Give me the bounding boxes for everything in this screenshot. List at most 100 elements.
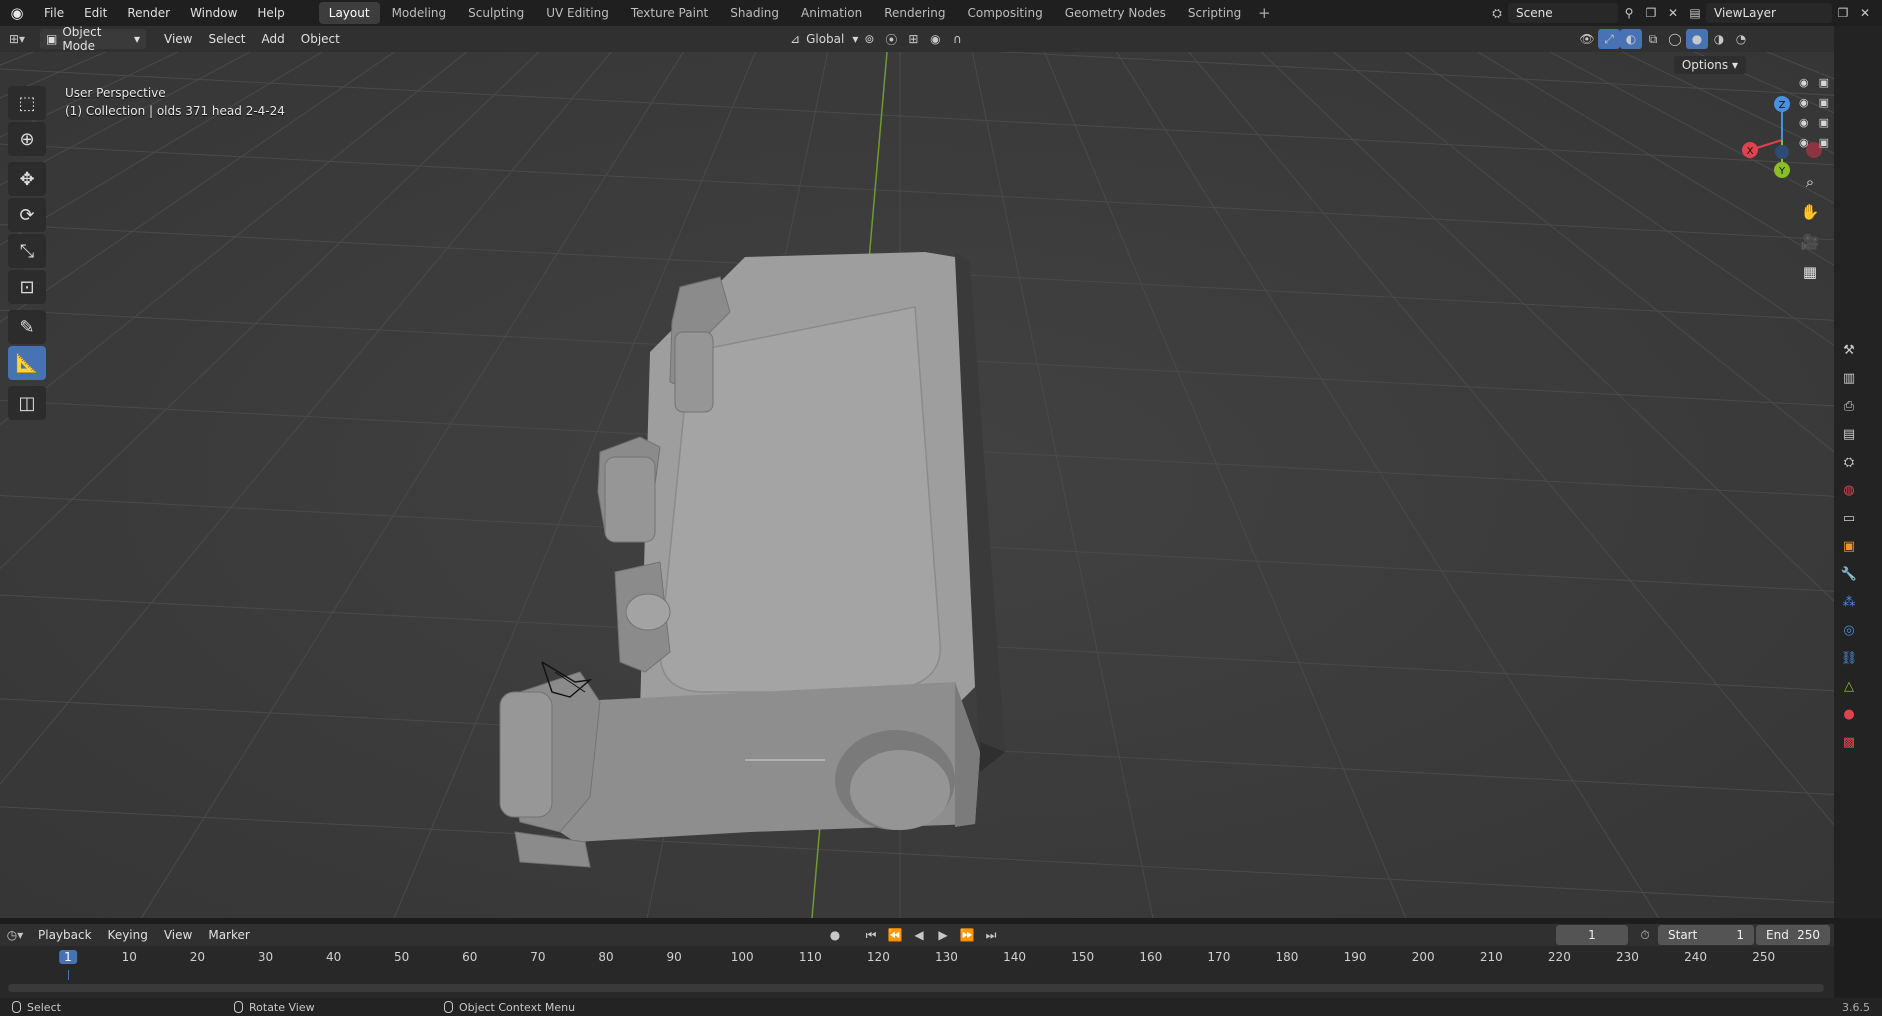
eye-icon[interactable]: ◉ xyxy=(1799,136,1809,154)
new-scene-icon[interactable]: ❐ xyxy=(1640,3,1662,23)
tab-uv-editing[interactable]: UV Editing xyxy=(536,2,619,24)
gizmo-toggle-icon[interactable]: ⤢ xyxy=(1598,29,1620,49)
material-shading-icon[interactable]: ◑ xyxy=(1708,29,1730,49)
jump-end-icon[interactable]: ⏭ xyxy=(980,925,1002,945)
physics-icon[interactable]: ◎ xyxy=(1834,616,1864,644)
camera-toggle-icon[interactable]: ▣ xyxy=(1819,76,1829,94)
falloff-icon[interactable]: ∩ xyxy=(946,29,968,49)
menu-marker[interactable]: Marker xyxy=(200,928,257,942)
end-frame-field[interactable]: End 250 xyxy=(1756,925,1830,945)
tab-layout[interactable]: Layout xyxy=(318,2,380,24)
scene-icon[interactable]: ⛭ xyxy=(1486,3,1508,23)
camera-icon[interactable]: 🎥 xyxy=(1796,228,1824,256)
zoom-icon[interactable]: ⌕ xyxy=(1796,168,1824,196)
tab-texture-paint[interactable]: Texture Paint xyxy=(621,2,718,24)
camera-toggle-icon[interactable]: ▣ xyxy=(1819,116,1829,134)
menu-help[interactable]: Help xyxy=(247,2,294,24)
prev-keyframe-icon[interactable]: ⏪ xyxy=(884,925,906,945)
menu-file[interactable]: File xyxy=(34,2,74,24)
menu-view[interactable]: View xyxy=(156,32,200,46)
camera-toggle-icon[interactable]: ▣ xyxy=(1819,136,1829,154)
pin-icon[interactable]: ⚲ xyxy=(1618,3,1640,23)
xray-icon[interactable]: ⧉ xyxy=(1642,29,1664,49)
menu-render[interactable]: Render xyxy=(117,2,180,24)
timeline-area[interactable]: 1 10 20 30 40 50 60 70 80 90 100 110 120 130 140 150 160… xyxy=(0,946,1834,998)
world-icon[interactable]: ◍ xyxy=(1834,476,1864,504)
render-icon[interactable]: ▥ xyxy=(1834,364,1864,392)
constraints-icon[interactable]: ⛓ xyxy=(1834,644,1864,672)
menu-add[interactable]: Add xyxy=(254,32,293,46)
next-keyframe-icon[interactable]: ⏩ xyxy=(956,925,978,945)
add-cube-icon[interactable]: ◫ xyxy=(8,386,46,420)
view-layer-name-field[interactable]: ViewLayer xyxy=(1706,3,1832,23)
options-dropdown[interactable]: Options ▾ xyxy=(1673,56,1746,74)
view-layer-icon[interactable]: ▤ xyxy=(1684,3,1706,23)
record-icon[interactable]: ● xyxy=(824,925,846,945)
snap-icon[interactable]: ⦿ xyxy=(880,29,902,49)
menu-keying[interactable]: Keying xyxy=(100,928,156,942)
stopwatch-icon[interactable]: ⏱ xyxy=(1634,925,1656,945)
visibility-icon[interactable]: 👁 xyxy=(1576,29,1598,49)
pan-hand-icon[interactable]: ✋ xyxy=(1796,198,1824,226)
scale-icon[interactable]: ⤡ xyxy=(8,234,46,268)
menu-window[interactable]: Window xyxy=(180,2,247,24)
add-workspace-button[interactable]: + xyxy=(1253,4,1275,22)
output-icon[interactable]: ⎙ xyxy=(1834,392,1864,420)
menu-edit[interactable]: Edit xyxy=(74,2,117,24)
solid-shading-icon[interactable]: ● xyxy=(1686,29,1708,49)
camera-toggle-icon[interactable]: ▣ xyxy=(1819,96,1829,114)
timeline-scrollbar[interactable] xyxy=(8,984,1824,992)
editor-type-clock-icon[interactable]: ◷▾ xyxy=(0,925,30,945)
eye-icon[interactable]: ◉ xyxy=(1799,96,1809,114)
view-layer-icon[interactable]: ▤ xyxy=(1834,420,1864,448)
eye-icon[interactable]: ◉ xyxy=(1799,116,1809,134)
annotate-icon[interactable]: ✎ xyxy=(8,310,46,344)
move-icon[interactable]: ✥ xyxy=(8,162,46,196)
tool-icon[interactable]: ⚒ xyxy=(1834,336,1864,364)
current-frame-indicator[interactable]: 1 xyxy=(59,950,77,964)
data-icon[interactable]: △ xyxy=(1834,672,1864,700)
snap-target-icon[interactable]: ⊞ xyxy=(902,29,924,49)
mode-dropdown[interactable]: ▣ Object Mode ▾ xyxy=(40,25,146,53)
grid-icon[interactable]: ▦ xyxy=(1796,258,1824,286)
tab-scripting[interactable]: Scripting xyxy=(1178,2,1251,24)
particles-icon[interactable]: ⁂ xyxy=(1834,588,1864,616)
rotate-icon[interactable]: ⟳ xyxy=(8,198,46,232)
start-frame-field[interactable]: Start 1 xyxy=(1658,925,1754,945)
rendered-shading-icon[interactable]: ◔ xyxy=(1730,29,1752,49)
close-view-layer-icon[interactable]: ✕ xyxy=(1854,3,1876,23)
tab-animation[interactable]: Animation xyxy=(791,2,872,24)
tab-compositing[interactable]: Compositing xyxy=(957,2,1052,24)
object-icon[interactable]: ▣ xyxy=(1834,532,1864,560)
tab-shading[interactable]: Shading xyxy=(720,2,789,24)
3d-viewport[interactable]: User Perspective (1) Collection | olds 3… xyxy=(0,52,1834,918)
material-icon[interactable]: ● xyxy=(1834,700,1864,728)
tab-sculpting[interactable]: Sculpting xyxy=(458,2,534,24)
tab-rendering[interactable]: Rendering xyxy=(874,2,955,24)
scene-icon[interactable]: ⛭ xyxy=(1834,448,1864,476)
jump-start-icon[interactable]: ⏮ xyxy=(860,925,882,945)
eye-icon[interactable]: ◉ xyxy=(1799,76,1809,94)
current-frame-field[interactable]: 1 xyxy=(1556,925,1628,945)
collection-icon[interactable]: ▭ xyxy=(1834,504,1864,532)
tab-geometry-nodes[interactable]: Geometry Nodes xyxy=(1055,2,1176,24)
new-view-layer-icon[interactable]: ❐ xyxy=(1832,3,1854,23)
orientation-dropdown[interactable]: Global xyxy=(806,32,844,46)
menu-object[interactable]: Object xyxy=(293,32,348,46)
play-reverse-icon[interactable]: ◀ xyxy=(908,925,930,945)
menu-playback[interactable]: Playback xyxy=(30,928,100,942)
select-box-icon[interactable]: ⬚ xyxy=(8,86,46,120)
transform-icon[interactable]: ⊡ xyxy=(8,270,46,304)
modifier-icon[interactable]: 🔧 xyxy=(1834,560,1864,588)
play-icon[interactable]: ▶ xyxy=(932,925,954,945)
tab-modeling[interactable]: Modeling xyxy=(382,2,457,24)
blender-logo-icon[interactable]: ◉ xyxy=(0,0,34,26)
menu-timeline-view[interactable]: View xyxy=(156,928,200,942)
close-scene-icon[interactable]: ✕ xyxy=(1662,3,1684,23)
cursor-icon[interactable]: ⊕ xyxy=(8,122,46,156)
wireframe-shading-icon[interactable]: ◯ xyxy=(1664,29,1686,49)
overlay-toggle-icon[interactable]: ◐ xyxy=(1620,29,1642,49)
texture-icon[interactable]: ▩ xyxy=(1834,728,1864,756)
measure-icon[interactable]: 📐 xyxy=(8,346,46,380)
pivot-icon[interactable]: ⊚ xyxy=(858,29,880,49)
